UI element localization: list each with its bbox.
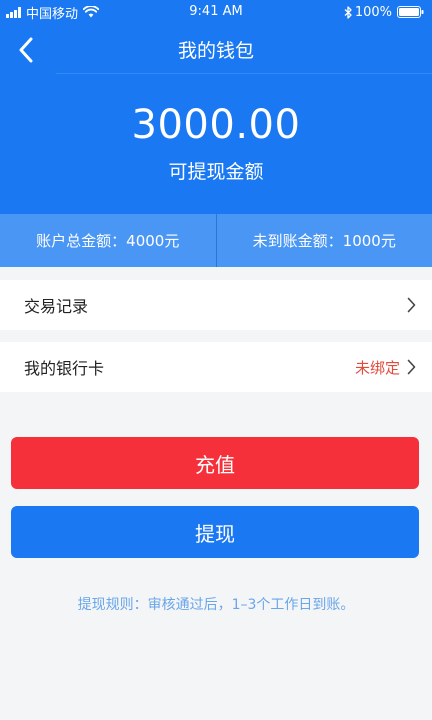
transactions-row[interactable]: 交易记录	[0, 280, 432, 330]
bank-card-status: 未绑定	[354, 358, 400, 377]
total-balance: 账户总金额：4000元	[36, 232, 180, 250]
withdraw-rules: 提现规则：审核通过后，1–3个工作日到账。	[77, 597, 355, 613]
withdrawable-label: 可提现金额	[168, 161, 264, 183]
battery-percent: 100%	[354, 4, 392, 20]
bank-card-row[interactable]: 我的银行卡 未绑定	[0, 342, 432, 392]
status-right: 100%	[344, 4, 424, 20]
nav-divider	[56, 73, 432, 74]
page-title: 我的钱包	[177, 40, 254, 62]
status-bar: 中国移动 9:41 AM 100%	[0, 0, 432, 24]
pending-balance: 未到账金额：1000元	[252, 232, 396, 250]
withdrawable-amount: 3000.00	[131, 102, 301, 148]
withdraw-button[interactable]: 提现	[11, 506, 419, 558]
battery-icon	[397, 6, 424, 18]
bluetooth-icon	[344, 5, 352, 19]
chevron-right-icon	[407, 297, 416, 313]
chevron-right-icon	[407, 359, 416, 375]
account-summary: 账户总金额：4000元 未到账金额：1000元	[0, 214, 432, 267]
bank-card-label: 我的银行卡	[24, 359, 105, 378]
nav-bar: 我的钱包	[0, 24, 432, 74]
transactions-label: 交易记录	[24, 297, 89, 316]
recharge-button[interactable]: 充值	[11, 437, 419, 489]
wallet-header: 中国移动 9:41 AM 100% 我的钱包 3000.00 可提现金额	[0, 0, 432, 214]
